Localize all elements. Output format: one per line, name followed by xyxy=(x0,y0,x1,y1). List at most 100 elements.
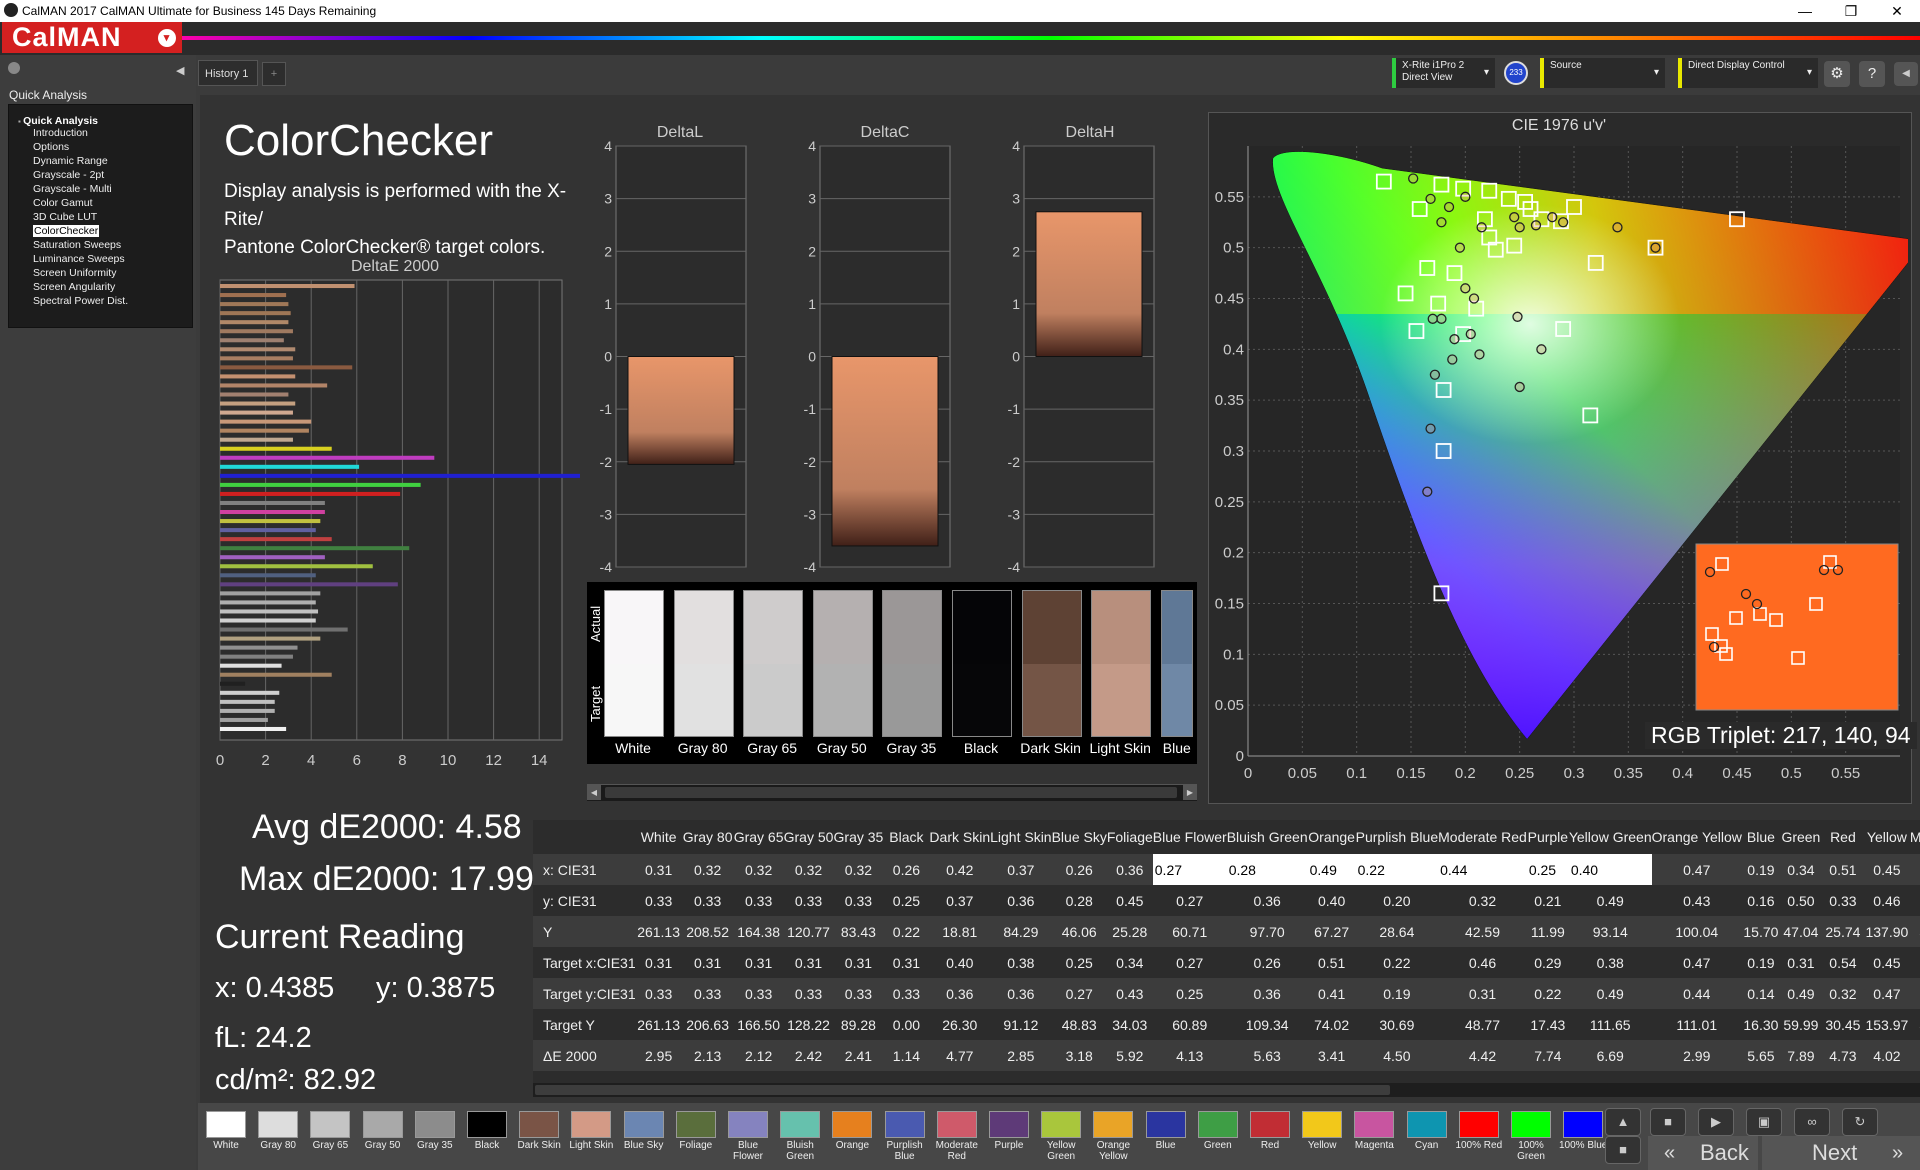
table-cell[interactable]: 1.14 xyxy=(883,1040,930,1071)
table-cell[interactable]: 91.12 xyxy=(990,1009,1051,1040)
table-scroll-thumb[interactable] xyxy=(535,1085,1390,1095)
bottom-swatch-blue-sky[interactable] xyxy=(623,1111,664,1138)
bottom-swatch-cyan[interactable] xyxy=(1406,1111,1447,1138)
table-cell[interactable]: 5.92 xyxy=(1106,1040,1153,1071)
swatch-light-skin[interactable] xyxy=(1091,590,1152,737)
table-cell[interactable]: 0.31 xyxy=(682,947,734,978)
table-cell[interactable]: 0.26 xyxy=(883,854,930,885)
swatch-blue[interactable] xyxy=(1160,590,1193,737)
bottom-swatch-blue-flower[interactable] xyxy=(728,1111,768,1138)
table-column-header[interactable]: Light Skin xyxy=(990,820,1051,854)
table-cell[interactable]: 25.74 xyxy=(1821,916,1864,947)
bottom-swatch-black[interactable] xyxy=(467,1111,507,1138)
bottom-swatch-100-blue[interactable] xyxy=(1563,1111,1604,1138)
table-cell[interactable]: 0.37 xyxy=(990,854,1052,885)
table-cell[interactable]: 0.19 xyxy=(1355,978,1439,1009)
bottom-swatch-blue[interactable] xyxy=(1145,1111,1186,1138)
table-cell[interactable]: 4.42 xyxy=(1438,1040,1527,1071)
table-cell[interactable]: 0.34 xyxy=(1107,947,1153,978)
table-cell[interactable]: 2.41 xyxy=(833,1040,884,1071)
table-cell[interactable]: 0.25 xyxy=(1152,978,1227,1009)
table-cell[interactable]: 0.33 xyxy=(833,885,883,916)
table-cell[interactable]: 0.50 xyxy=(1780,885,1822,916)
table-cell[interactable]: 0.28 xyxy=(1052,885,1107,916)
table-cell[interactable]: 2.12 xyxy=(733,1040,784,1071)
table-cell[interactable]: 0.36 xyxy=(1106,854,1153,885)
table-cell[interactable]: 0.34 xyxy=(1779,854,1822,885)
save-icon[interactable]: ▣ xyxy=(1746,1108,1782,1136)
table-cell[interactable]: 100.04 xyxy=(1651,916,1742,947)
table-cell[interactable]: 0.51 xyxy=(1308,947,1356,978)
table-cell[interactable]: 46.59 xyxy=(1909,916,1920,947)
table-cell[interactable]: 59.99 xyxy=(1780,1009,1822,1040)
table-cell[interactable]: 0.35 xyxy=(1909,854,1920,885)
table-cell[interactable]: 109.34 xyxy=(1227,1009,1308,1040)
table-cell[interactable]: 0.25 xyxy=(1052,947,1107,978)
restore-button[interactable]: ❐ xyxy=(1828,0,1874,22)
calman-logo-menu[interactable]: CalMAN ▾ xyxy=(2,22,182,53)
bottom-swatch-yellow-green[interactable] xyxy=(1041,1111,1082,1138)
table-cell[interactable]: 15.70 xyxy=(1741,916,1780,947)
bottom-swatch-purplish-blue[interactable] xyxy=(884,1111,925,1138)
swatch-scrollbar[interactable]: ◀ ▶ xyxy=(587,784,1197,801)
table-cell[interactable]: 0.33 xyxy=(734,885,784,916)
table-cell[interactable]: 0.32 xyxy=(1821,978,1864,1009)
table-cell[interactable]: 5.65 xyxy=(1741,1040,1780,1071)
pin-icon[interactable] xyxy=(8,62,20,74)
table-column-header[interactable]: Green xyxy=(1780,820,1822,854)
bottom-swatch-magenta[interactable] xyxy=(1354,1111,1395,1138)
table-cell[interactable]: 0.37 xyxy=(929,885,990,916)
table-cell[interactable]: 0.26 xyxy=(1051,854,1107,885)
sidebar-item-colorchecker[interactable]: ColorChecker xyxy=(33,225,100,237)
table-cell[interactable]: 3.41 xyxy=(1307,1040,1356,1071)
refresh-icon[interactable]: ↻ xyxy=(1842,1108,1878,1136)
table-cell[interactable]: 0.33 xyxy=(681,978,734,1009)
sidebar-item-dynamic-range[interactable]: Dynamic Range xyxy=(33,155,108,167)
table-cell[interactable]: 42.59 xyxy=(1438,916,1527,947)
add-tab-button[interactable]: + xyxy=(262,62,286,86)
table-column-header[interactable]: Foliage xyxy=(1107,820,1153,854)
table-cell[interactable]: 2.42 xyxy=(783,1040,834,1071)
table-cell[interactable]: 0.31 xyxy=(636,947,682,978)
table-cell[interactable]: 84.29 xyxy=(990,916,1052,947)
table-cell[interactable]: 2.95 xyxy=(635,1040,682,1071)
bottom-swatch-purple[interactable] xyxy=(989,1111,1029,1138)
table-cell[interactable]: 0.22 xyxy=(1356,947,1439,978)
table-cell[interactable]: 0.36 xyxy=(990,885,1051,916)
bottom-swatch-moderate-red[interactable] xyxy=(936,1111,977,1138)
table-cell[interactable]: 0.31 xyxy=(635,854,682,885)
table-cell[interactable]: 0.20 xyxy=(1356,885,1439,916)
table-cell[interactable]: 0.22 xyxy=(883,916,930,947)
table-cell[interactable]: 0.46 xyxy=(1864,885,1910,916)
table-cell[interactable]: 0.32 xyxy=(833,854,884,885)
table-cell[interactable]: 0.26 xyxy=(1910,885,1920,916)
table-cell[interactable]: 0.33 xyxy=(1822,885,1864,916)
table-cell[interactable]: 5.63 xyxy=(1226,1040,1308,1071)
table-cell[interactable]: 0.45 xyxy=(1107,885,1153,916)
table-cell[interactable]: 0.33 xyxy=(883,978,930,1009)
table-cell[interactable]: 0.42 xyxy=(929,854,991,885)
table-cell[interactable]: 6.69 xyxy=(1568,1040,1652,1071)
table-cell[interactable]: 0.27 xyxy=(1152,854,1227,885)
table-cell[interactable]: 48.83 xyxy=(1052,1009,1107,1040)
bottom-swatch-yellow[interactable] xyxy=(1302,1111,1343,1138)
table-cell[interactable]: 0.25 xyxy=(1909,978,1920,1009)
bottom-swatch-foliage[interactable] xyxy=(675,1111,716,1138)
table-cell[interactable]: 0.45 xyxy=(1863,854,1910,885)
table-cell[interactable]: 0.33 xyxy=(635,978,682,1009)
table-cell[interactable]: 164.38 xyxy=(733,916,784,947)
table-cell[interactable]: 0.29 xyxy=(1527,947,1569,978)
table-column-header[interactable]: Blue Sky xyxy=(1052,820,1107,854)
table-cell[interactable]: 0.32 xyxy=(733,854,784,885)
swatch-gray-35[interactable] xyxy=(882,590,943,737)
table-cell[interactable]: 0.00 xyxy=(883,1009,929,1040)
play-icon[interactable]: ▶ xyxy=(1698,1108,1734,1136)
table-cell[interactable]: 0.28 xyxy=(1226,854,1308,885)
scroll-left-icon[interactable]: ◀ xyxy=(587,785,601,800)
table-cell[interactable]: 7.74 xyxy=(1526,1040,1569,1071)
sidebar-item-screen-angularity[interactable]: Screen Angularity xyxy=(33,281,115,293)
table-cell[interactable]: 0.36 xyxy=(929,978,991,1009)
table-cell[interactable]: 0.40 xyxy=(1308,885,1356,916)
table-cell[interactable]: 60.89 xyxy=(1153,1009,1227,1040)
table-cell[interactable]: 4.13 xyxy=(1152,1040,1227,1071)
